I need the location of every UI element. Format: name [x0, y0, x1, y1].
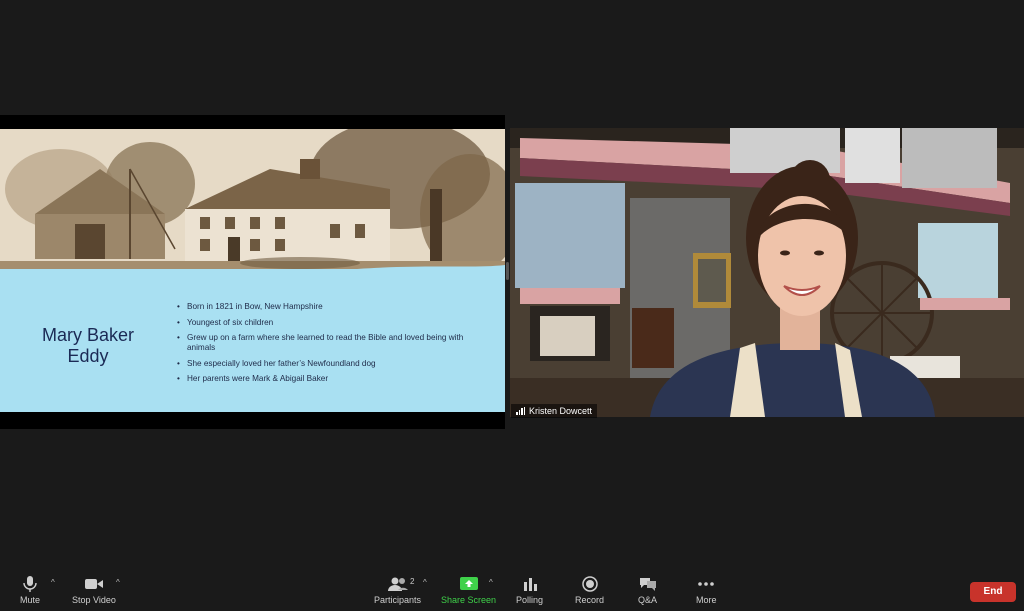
polling-button[interactable]: Polling: [516, 576, 543, 605]
qa-label: Q&A: [638, 595, 658, 605]
chat-bubbles-icon: [639, 578, 656, 591]
participants-label: Participants: [374, 595, 422, 605]
share-screen-icon: [459, 577, 478, 590]
slide-bullet: Born in 1821 in Bow, New Hampshire: [177, 302, 487, 312]
shared-screen: Mary Baker Eddy Born in 1821 in Bow, New…: [0, 115, 505, 429]
more-dots-icon: [698, 582, 715, 586]
split-view-drag-handle[interactable]: [506, 262, 509, 280]
stop-video-button[interactable]: Stop Video: [72, 576, 116, 605]
record-icon: [581, 576, 598, 592]
video-feed: [510, 128, 1024, 417]
signal-strength-icon: [516, 407, 525, 415]
share-screen-label: Share Screen: [441, 595, 497, 605]
slide-bullet: Grew up on a farm where she learned to r…: [177, 333, 487, 353]
slide-bullet: Youngest of six children: [177, 318, 487, 328]
participants-icon: [387, 577, 408, 591]
qa-button[interactable]: Q&A: [638, 576, 657, 605]
more-button[interactable]: More: [696, 576, 717, 605]
participants-count: 2: [410, 577, 415, 586]
mute-label: Mute: [20, 595, 41, 605]
slide-title: Mary Baker Eddy: [41, 325, 135, 366]
participant-video[interactable]: [510, 128, 1024, 417]
polling-label: Polling: [516, 595, 544, 605]
slide-bullet: Her parents were Mark & Abigail Baker: [177, 374, 487, 384]
video-camera-icon: [84, 579, 103, 589]
farmhouse-drawing: [0, 129, 505, 279]
presentation-slide: Mary Baker Eddy Born in 1821 in Bow, New…: [0, 129, 505, 412]
video-options-caret[interactable]: ^: [116, 578, 120, 587]
microphone-icon: [23, 576, 37, 592]
bar-chart-icon: [523, 578, 537, 591]
farmhouse-illustration: [0, 129, 505, 279]
slide-bullet: She especially loved her father’s Newfou…: [177, 359, 487, 369]
share-options-caret[interactable]: ^: [489, 578, 493, 587]
participants-options-caret[interactable]: ^: [423, 578, 427, 587]
more-label: More: [696, 595, 717, 605]
end-meeting-button[interactable]: End: [970, 582, 1016, 602]
participant-name-tag: Kristen Dowcett: [511, 404, 598, 418]
audio-options-caret[interactable]: ^: [51, 578, 55, 587]
stop-video-label: Stop Video: [72, 595, 116, 605]
meeting-stage: Mary Baker Eddy Born in 1821 in Bow, New…: [0, 0, 1024, 572]
share-screen-button[interactable]: Share Screen: [441, 576, 496, 605]
meeting-toolbar: Mute ^ Stop Video ^ Participants 2 ^ Sha…: [0, 572, 1024, 611]
participant-name: Kristen Dowcett: [529, 406, 593, 416]
slide-bullet-list: Born in 1821 in Bow, New Hampshire Young…: [177, 302, 487, 390]
record-button[interactable]: Record: [575, 576, 604, 605]
record-label: Record: [575, 595, 605, 605]
mute-button[interactable]: Mute: [20, 576, 40, 605]
